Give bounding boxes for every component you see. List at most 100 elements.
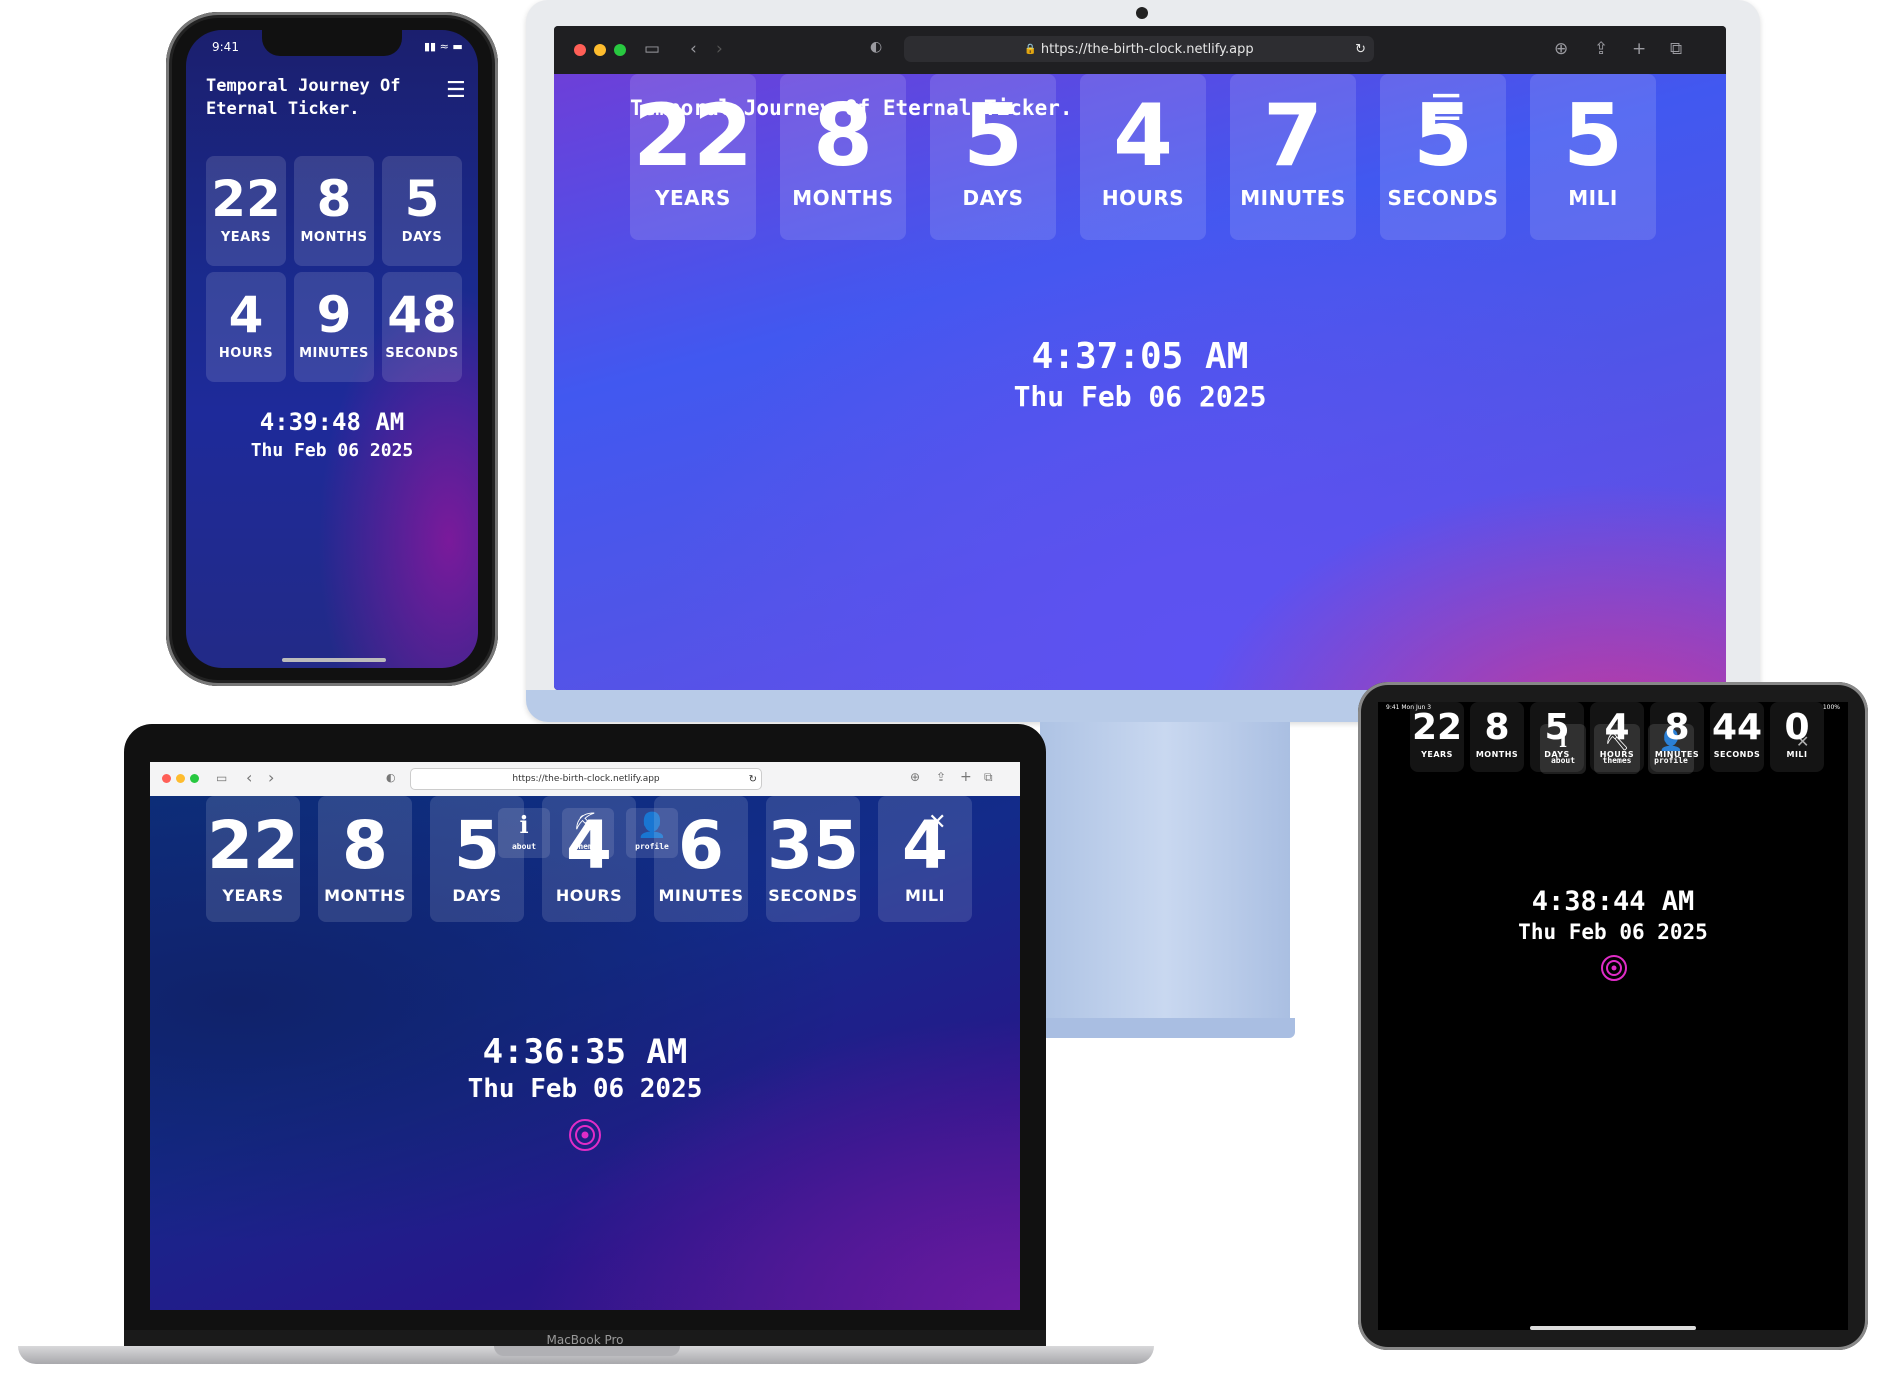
url-text: https://the-birth-clock.netlify.app bbox=[512, 774, 660, 784]
ipad-screen: 9:41 Mon Jun 3 100% ℹ about ⛏ themes 👤 profil… bbox=[1378, 702, 1848, 1330]
minimize-window-button[interactable] bbox=[594, 44, 606, 56]
tile-value: 7 bbox=[1263, 86, 1323, 186]
tile-value: 8 bbox=[813, 86, 873, 186]
time-unit-tile: 4 HOURS bbox=[1080, 74, 1206, 240]
tile-value: 44 bbox=[1711, 707, 1763, 748]
back-icon[interactable]: ‹ bbox=[246, 768, 252, 787]
tile-value: 4 bbox=[566, 807, 612, 884]
tile-label: HOURS bbox=[1599, 750, 1635, 759]
macbook-notch bbox=[494, 1346, 680, 1356]
shield-icon[interactable]: ◐ bbox=[386, 771, 396, 784]
download-icon[interactable]: ⊕ bbox=[1554, 39, 1568, 59]
tile-label: MINUTES bbox=[299, 346, 369, 361]
minimize-window-button[interactable] bbox=[176, 774, 185, 783]
time-unit-tile: 8 MINUTES bbox=[1650, 702, 1704, 772]
iphone-notch bbox=[262, 28, 402, 56]
tile-label: YEARS bbox=[222, 886, 284, 905]
target-ring-icon[interactable] bbox=[1600, 954, 1628, 982]
address-bar[interactable]: 🔒 https://the-birth-clock.netlify.app ↻ bbox=[904, 36, 1374, 62]
zoom-window-button[interactable] bbox=[614, 44, 626, 56]
new-tab-icon[interactable]: + bbox=[1632, 39, 1646, 59]
reload-icon[interactable]: ↻ bbox=[749, 774, 757, 785]
time-unit-tile: 8 MONTHS bbox=[318, 796, 412, 922]
safari-toolbar: ▭ ‹ › ◐ https://the-birth-clock.netlify.… bbox=[150, 762, 1020, 796]
tile-label: MINUTES bbox=[658, 886, 744, 905]
time-unit-tile: 22 YEARS bbox=[206, 796, 300, 922]
tile-value: 8 bbox=[316, 170, 352, 228]
forward-icon[interactable]: › bbox=[268, 768, 274, 787]
tile-value: 4 bbox=[902, 807, 948, 884]
hamburger-menu-icon[interactable]: ☰ bbox=[446, 78, 466, 103]
status-icons: ▮▮ ≈ ▬ bbox=[424, 40, 463, 53]
tile-label: MONTHS bbox=[324, 886, 406, 905]
sidebar-icon[interactable]: ▭ bbox=[644, 39, 660, 59]
close-window-button[interactable] bbox=[574, 44, 586, 56]
status-battery: 100% bbox=[1822, 704, 1840, 711]
tabs-overview-icon[interactable]: ⧉ bbox=[984, 770, 993, 785]
new-tab-icon[interactable]: + bbox=[960, 769, 972, 785]
tile-label: MINUTES bbox=[1240, 186, 1346, 210]
tile-value: 6 bbox=[678, 807, 724, 884]
home-indicator[interactable] bbox=[282, 658, 386, 662]
zoom-window-button[interactable] bbox=[190, 774, 199, 783]
clock-date: Thu Feb 06 2025 bbox=[250, 440, 414, 461]
macbook-label: MacBook Pro bbox=[546, 1333, 624, 1347]
status-time: 9:41 bbox=[212, 40, 239, 54]
tile-label: DAYS bbox=[962, 186, 1024, 210]
address-bar[interactable]: https://the-birth-clock.netlify.app ↻ bbox=[410, 768, 762, 790]
tile-value: 5 bbox=[404, 170, 440, 228]
tile-value: 5 bbox=[1544, 707, 1570, 748]
tile-value: 48 bbox=[387, 286, 457, 344]
imac-screen: ▭ ‹ › ◐ 🔒 https://the-birth-clock.netlif… bbox=[554, 26, 1726, 690]
close-window-button[interactable] bbox=[162, 774, 171, 783]
time-unit-tile: 5 DAYS bbox=[930, 74, 1056, 240]
tile-label: DAYS bbox=[401, 230, 443, 245]
forward-icon[interactable]: › bbox=[716, 39, 723, 59]
imac-page: Temporal Journey Of Eternal Ticker. ☰ 22… bbox=[554, 74, 1726, 690]
clock-time: 4:36:35 AM bbox=[482, 1032, 688, 1072]
clock-time: 4:39:48 AM bbox=[259, 408, 405, 436]
time-unit-tile: 5 MILI bbox=[1530, 74, 1656, 240]
share-icon[interactable]: ⇪ bbox=[936, 770, 946, 784]
tile-label: SECONDS bbox=[768, 886, 858, 905]
time-unit-tile: 22 YEARS bbox=[206, 156, 286, 266]
reload-icon[interactable]: ↻ bbox=[1355, 42, 1366, 57]
tile-value: 9 bbox=[316, 286, 352, 344]
tile-label: SECONDS bbox=[385, 346, 459, 361]
shield-icon[interactable]: ◐ bbox=[870, 39, 882, 55]
page-title: Temporal Journey Of Eternal Ticker. bbox=[206, 75, 400, 121]
tile-value: 4 bbox=[1113, 86, 1173, 186]
tile-label: DAYS bbox=[452, 886, 502, 905]
tile-value: 35 bbox=[767, 807, 859, 884]
time-unit-tile: 6 MINUTES bbox=[654, 796, 748, 922]
imac-base bbox=[1040, 1018, 1295, 1038]
time-unit-tile: 0 MILI bbox=[1770, 702, 1824, 772]
tile-value: 8 bbox=[1484, 707, 1510, 748]
tabs-overview-icon[interactable]: ⧉ bbox=[1670, 39, 1682, 59]
time-unit-tile: 8 MONTHS bbox=[780, 74, 906, 240]
download-icon[interactable]: ⊕ bbox=[910, 770, 920, 784]
tile-value: 22 bbox=[1411, 707, 1463, 748]
tile-label: SECONDS bbox=[1713, 750, 1761, 759]
tile-value: 5 bbox=[1563, 86, 1623, 186]
sidebar-icon[interactable]: ▭ bbox=[216, 771, 227, 785]
macbook-page: ℹ about ⛏ themes 👤 profile ✕ 22 YEARS 8 MONTHS 5 D… bbox=[150, 796, 1020, 1310]
clock-date: Thu Feb 06 2025 bbox=[1013, 380, 1267, 413]
tile-value: 4 bbox=[228, 286, 264, 344]
tile-label: HOURS bbox=[1101, 186, 1185, 210]
clock-time: 4:38:44 AM bbox=[1531, 886, 1695, 917]
time-unit-tile: 4 HOURS bbox=[206, 272, 286, 382]
time-unit-tile: 22 YEARS bbox=[630, 74, 756, 240]
clock-date: Thu Feb 06 2025 bbox=[1518, 920, 1708, 944]
lock-icon: 🔒 bbox=[1024, 43, 1037, 55]
tile-label: MONTHS bbox=[1475, 750, 1519, 759]
back-icon[interactable]: ‹ bbox=[690, 39, 697, 59]
tile-label: HOURS bbox=[218, 346, 274, 361]
target-ring-icon[interactable] bbox=[568, 1118, 602, 1152]
imac-stand bbox=[1040, 722, 1290, 1022]
share-icon[interactable]: ⇪ bbox=[1594, 39, 1608, 59]
time-unit-tile: 8 MONTHS bbox=[1470, 702, 1524, 772]
home-indicator[interactable] bbox=[1530, 1326, 1696, 1330]
tile-label: MONTHS bbox=[300, 230, 368, 245]
tile-value: 22 bbox=[211, 170, 281, 228]
